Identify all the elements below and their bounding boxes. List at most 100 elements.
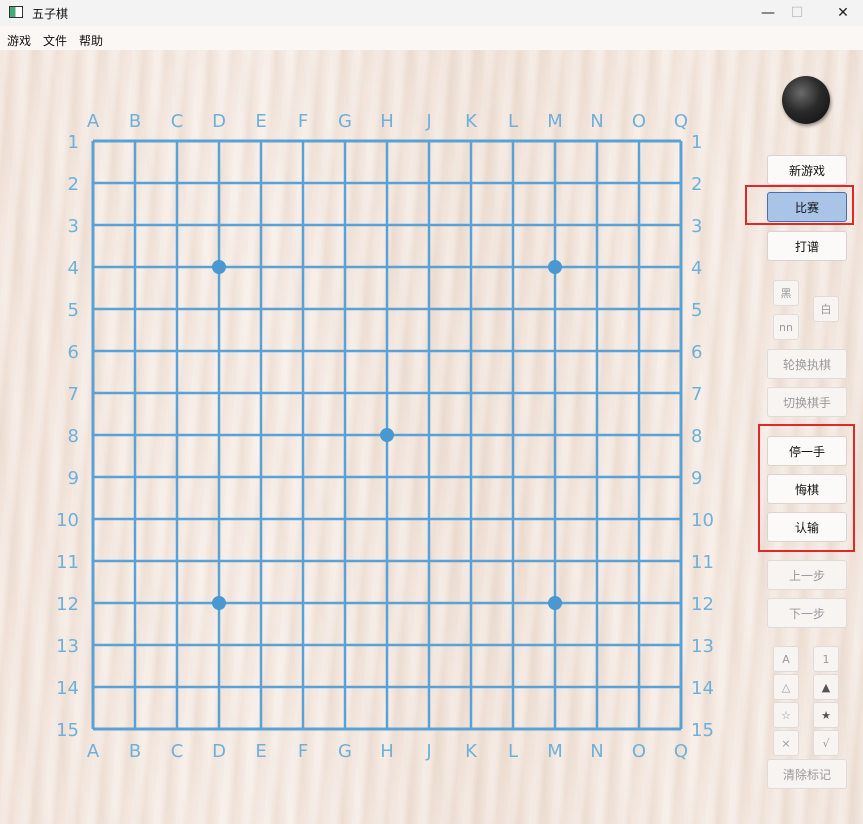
nn-player-button[interactable]: nn: [773, 314, 799, 340]
go-board[interactable]: AABBCCDDEEFFGGHHJJKKLLMMNNOOQQ1122334455…: [0, 50, 863, 824]
column-label-top: E: [255, 111, 266, 132]
column-label-bottom: L: [508, 741, 518, 762]
column-label-bottom: G: [338, 741, 352, 762]
maximize-button[interactable]: ☐: [774, 0, 820, 26]
star-point: [380, 428, 394, 442]
menu-game[interactable]: 游戏: [7, 32, 31, 49]
row-label-right: 10: [691, 510, 714, 531]
column-label-bottom: H: [380, 741, 394, 762]
row-label-right: 2: [691, 174, 702, 195]
row-label-left: 1: [68, 132, 79, 153]
row-label-left: 7: [68, 384, 79, 405]
column-label-top: J: [425, 111, 431, 132]
row-label-left: 2: [68, 174, 79, 195]
undo-button[interactable]: 悔棋: [767, 474, 847, 504]
column-label-top: Q: [674, 111, 688, 132]
match-button[interactable]: 比赛: [767, 192, 847, 222]
column-label-top: F: [298, 111, 308, 132]
row-label-right: 8: [691, 426, 702, 447]
column-label-top: A: [87, 111, 100, 132]
board-grid[interactable]: AABBCCDDEEFFGGHHJJKKLLMMNNOOQQ1 12 23 34 45 5…: [0, 50, 863, 824]
menu-file[interactable]: 文件: [43, 32, 67, 49]
app-icon: [9, 6, 23, 18]
star-point: [548, 596, 562, 610]
row-label-right: 1: [691, 132, 702, 153]
column-label-top: L: [508, 111, 518, 132]
row-label-right: 15: [691, 720, 714, 741]
row-label-right: 12: [691, 594, 714, 615]
row-label-right: 9: [691, 468, 702, 489]
resign-button[interactable]: 认输: [767, 512, 847, 542]
new-game-button[interactable]: 新游戏: [767, 155, 847, 185]
column-label-top: B: [129, 111, 141, 132]
row-label-left: 14: [56, 678, 79, 699]
column-label-bottom: J: [425, 741, 431, 762]
mark-triangle-outline-button[interactable]: △: [773, 674, 799, 700]
row-label-left: 5: [68, 300, 79, 321]
column-label-bottom: O: [632, 741, 646, 762]
app-window: 五子棋 — ☐ ✕ 游戏 文件 帮助 A A B B C C D D E E F F G G H H J J K K L…: [0, 0, 863, 824]
close-button[interactable]: ✕: [820, 0, 863, 26]
row-label-right: 7: [691, 384, 702, 405]
column-label-bottom: A: [87, 741, 100, 762]
column-label-bottom: M: [547, 741, 563, 762]
row-label-left: 15: [56, 720, 79, 741]
row-label-right: 6: [691, 342, 702, 363]
mark-letter-button[interactable]: A: [773, 646, 799, 672]
next-step-button[interactable]: 下一步: [767, 598, 847, 628]
column-label-top: G: [338, 111, 352, 132]
row-label-left: 13: [56, 636, 79, 657]
column-label-top: M: [547, 111, 563, 132]
row-label-left: 10: [56, 510, 79, 531]
column-label-bottom: F: [298, 741, 308, 762]
row-label-left: 8: [68, 426, 79, 447]
mark-number-button[interactable]: 1: [813, 646, 839, 672]
mark-star-outline-button[interactable]: ☆: [773, 702, 799, 728]
window-title: 五子棋: [32, 7, 69, 21]
column-label-bottom: D: [212, 741, 226, 762]
star-point: [548, 260, 562, 274]
row-label-left: 3: [68, 216, 79, 237]
prev-step-button[interactable]: 上一步: [767, 560, 847, 590]
row-label-right: 13: [691, 636, 714, 657]
column-label-top: H: [380, 111, 394, 132]
column-label-bottom: Q: [674, 741, 688, 762]
row-label-left: 6: [68, 342, 79, 363]
clear-marks-button[interactable]: 清除标记: [767, 759, 847, 789]
swap-color-button[interactable]: 轮换执棋: [767, 349, 847, 379]
column-label-top: K: [465, 111, 478, 132]
mark-triangle-filled-button[interactable]: ▲: [813, 674, 839, 700]
column-label-bottom: K: [465, 741, 478, 762]
row-label-left: 12: [56, 594, 79, 615]
row-label-right: 5: [691, 300, 702, 321]
column-label-bottom: N: [590, 741, 603, 762]
row-label-right: 3: [691, 216, 702, 237]
column-label-bottom: E: [255, 741, 266, 762]
column-label-bottom: B: [129, 741, 141, 762]
row-label-right: 4: [691, 258, 702, 279]
black-player-button[interactable]: 黑: [773, 280, 799, 306]
switch-player-button[interactable]: 切换棋手: [767, 387, 847, 417]
column-label-top: O: [632, 111, 646, 132]
column-label-top: N: [590, 111, 603, 132]
mark-check-button[interactable]: √: [813, 730, 839, 756]
row-label-left: 11: [56, 552, 79, 573]
title-bar: 五子棋 — ☐ ✕: [0, 0, 863, 26]
row-label-right: 11: [691, 552, 714, 573]
white-player-button[interactable]: 白: [813, 296, 839, 322]
pass-button[interactable]: 停一手: [767, 436, 847, 466]
column-label-top: D: [212, 111, 226, 132]
mark-star-filled-button[interactable]: ★: [813, 702, 839, 728]
record-button[interactable]: 打谱: [767, 231, 847, 261]
mark-cross-button[interactable]: ×: [773, 730, 799, 756]
star-point: [212, 260, 226, 274]
row-label-left: 9: [68, 468, 79, 489]
row-label-left: 4: [68, 258, 79, 279]
menu-bar: 游戏 文件 帮助: [0, 26, 863, 50]
star-point: [212, 596, 226, 610]
row-label-right: 14: [691, 678, 714, 699]
menu-help[interactable]: 帮助: [79, 32, 103, 49]
black-stone-indicator: [782, 76, 830, 124]
column-label-top: C: [171, 111, 184, 132]
column-label-bottom: C: [171, 741, 184, 762]
